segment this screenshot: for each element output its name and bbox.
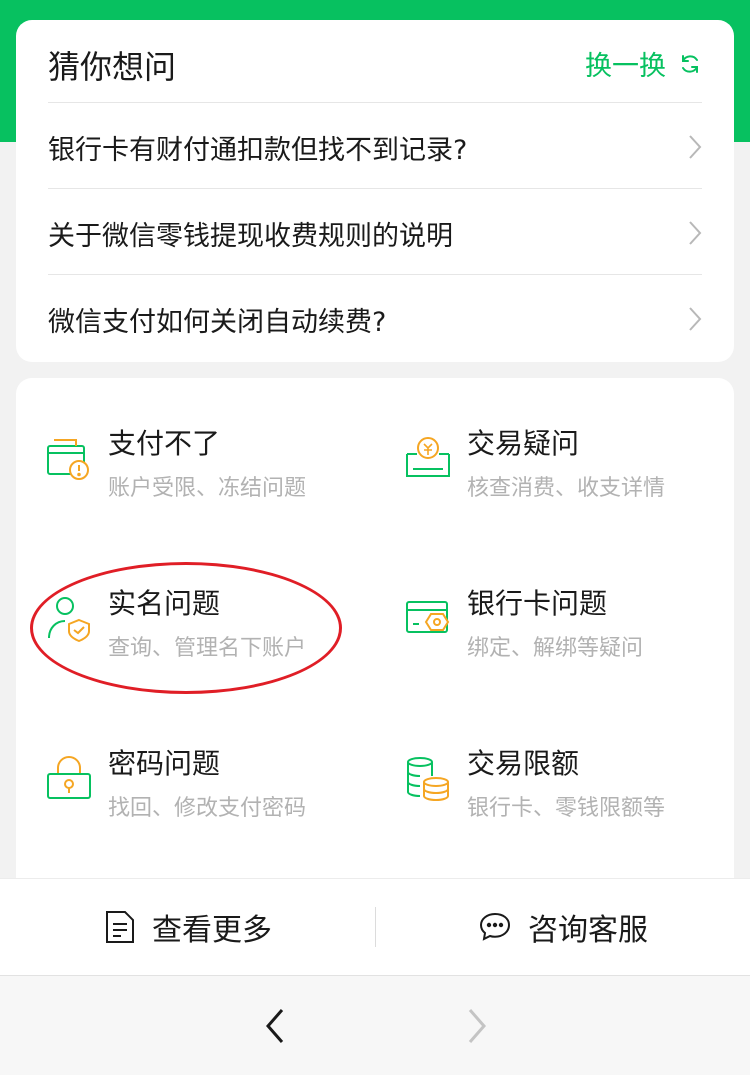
service-name: 实名问题 <box>108 587 221 620</box>
chat-bubble-icon <box>479 912 511 941</box>
service-password[interactable]: 密码问题 找回、修改支付密码 <box>16 698 356 821</box>
customer-service-label: 咨询客服 <box>528 913 648 948</box>
view-more-button[interactable]: 查看更多 <box>104 879 272 975</box>
faq-item[interactable]: 微信支付如何关闭自动续费? <box>48 276 702 362</box>
service-name: 银行卡问题 <box>467 587 608 620</box>
faq-header: 猜你想问 换一换 <box>48 20 702 102</box>
service-name: 支付不了 <box>108 427 221 460</box>
service-desc: 银行卡、零钱限额等 <box>467 796 666 821</box>
refresh-label: 换一换 <box>585 51 666 82</box>
chevron-right-icon <box>689 307 702 331</box>
divider <box>375 907 376 947</box>
customer-service-button[interactable]: 咨询客服 <box>478 879 648 975</box>
chevron-right-icon <box>689 135 702 159</box>
services-card: 支付不了 账户受限、冻结问题 交易疑问 核查消费、收支详情 实名问题 查询、管理… <box>16 378 734 898</box>
coin-stack-icon <box>407 757 449 802</box>
service-desc: 找回、修改支付密码 <box>108 796 307 821</box>
service-name: 交易疑问 <box>467 427 580 460</box>
password-lock-icon <box>47 756 91 799</box>
service-transaction-query[interactable]: 交易疑问 核查消费、收支详情 <box>375 378 715 501</box>
faq-card: 猜你想问 换一换 银行卡有财付通扣款但找不到记录? 关于微信零钱提现收费规则的说… <box>16 20 734 362</box>
bottom-action-bar: 查看更多 咨询客服 <box>0 878 750 975</box>
faq-item-text: 银行卡有财付通扣款但找不到记录? <box>48 134 468 166</box>
service-desc: 查询、管理名下账户 <box>108 636 307 661</box>
bank-card-icon <box>406 601 450 633</box>
browser-nav-bar <box>0 975 750 1075</box>
faq-item[interactable]: 关于微信零钱提现收费规则的说明 <box>48 190 702 276</box>
service-desc: 账户受限、冻结问题 <box>108 476 307 501</box>
payment-blocked-icon <box>47 439 89 480</box>
transaction-query-icon <box>406 437 450 477</box>
view-more-label: 查看更多 <box>152 913 272 948</box>
forward-arrow-icon[interactable] <box>456 1004 496 1048</box>
service-real-name[interactable]: 实名问题 查询、管理名下账户 <box>16 538 356 661</box>
service-desc: 绑定、解绑等疑问 <box>467 636 644 661</box>
back-arrow-icon[interactable] <box>256 1004 296 1048</box>
service-bank-card[interactable]: 银行卡问题 绑定、解绑等疑问 <box>375 538 715 661</box>
service-payment-blocked[interactable]: 支付不了 账户受限、冻结问题 <box>16 378 356 501</box>
service-desc: 核查消费、收支详情 <box>467 476 666 501</box>
document-icon <box>106 911 134 943</box>
service-transaction-limit[interactable]: 交易限额 银行卡、零钱限额等 <box>375 698 715 821</box>
refresh-button[interactable]: 换一换 <box>585 44 702 83</box>
refresh-icon <box>682 54 698 73</box>
faq-title: 猜你想问 <box>48 48 177 86</box>
divider <box>48 188 702 189</box>
faq-item-text: 关于微信零钱提现收费规则的说明 <box>48 220 453 252</box>
real-name-icon <box>48 597 90 642</box>
service-name: 交易限额 <box>467 747 580 780</box>
divider <box>48 102 702 103</box>
divider <box>48 274 702 275</box>
faq-item[interactable]: 银行卡有财付通扣款但找不到记录? <box>48 104 702 190</box>
faq-item-text: 微信支付如何关闭自动续费? <box>48 306 387 338</box>
chevron-right-icon <box>689 221 702 245</box>
service-name: 密码问题 <box>108 747 221 780</box>
